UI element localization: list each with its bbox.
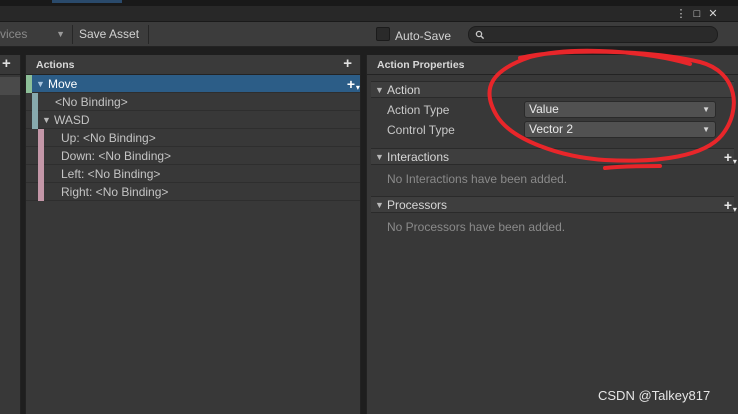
action-type-value: Value xyxy=(529,102,559,116)
composite-label: WASD xyxy=(54,113,90,127)
part-label: Up: <No Binding> xyxy=(61,131,156,145)
control-type-dropdown[interactable]: Vector 2 ▼ xyxy=(524,121,716,138)
actions-title: Actions xyxy=(36,59,75,71)
action-properties-pane: Action Properties ▼ Action Action Type V… xyxy=(366,55,738,414)
interactions-section-header[interactable]: ▼ Interactions + ▾ xyxy=(371,148,737,166)
control-type-value: Vector 2 xyxy=(529,122,574,136)
action-section-header[interactable]: ▼ Action xyxy=(371,81,734,98)
interactions-empty-text: No Interactions have been added. xyxy=(387,172,568,186)
composite-item-wasd[interactable]: ▼ WASD xyxy=(26,111,360,129)
processors-empty-text: No Processors have been added. xyxy=(387,220,566,234)
interactions-body: No Interactions have been added. xyxy=(367,165,738,196)
auto-save-label: Auto-Save xyxy=(395,29,452,43)
add-action-map-icon[interactable]: + xyxy=(2,55,11,73)
csdn-watermark: CSDN @Talkey817 xyxy=(598,388,711,403)
toolbar-divider xyxy=(148,25,149,44)
action-label: Move xyxy=(48,77,78,91)
binding-label: <No Binding> xyxy=(55,95,128,109)
triangle-down-icon[interactable]: ▼ xyxy=(42,111,51,129)
triangle-down-icon[interactable]: ▼ xyxy=(375,197,384,214)
triangle-down-icon[interactable]: ▼ xyxy=(375,149,384,166)
add-interaction-icon[interactable]: + ▾ xyxy=(724,149,737,166)
add-binding-icon[interactable]: + ▾ xyxy=(347,75,360,93)
action-type-label: Action Type xyxy=(387,103,450,117)
part-color-bar xyxy=(38,147,44,165)
actions-pane: Actions + ▼ Move + ▾ <No Binding> ▼ WASD … xyxy=(25,55,361,414)
part-label: Left: <No Binding> xyxy=(61,167,161,181)
close-icon[interactable]: ✕ xyxy=(706,6,720,22)
composite-part-item[interactable]: Up: <No Binding> xyxy=(26,129,360,147)
toolbar-divider xyxy=(72,25,73,44)
action-maps-header: + xyxy=(0,55,20,75)
action-type-dropdown[interactable]: Value ▼ xyxy=(524,101,716,118)
composite-part-item[interactable]: Down: <No Binding> xyxy=(26,147,360,165)
maximize-icon[interactable]: □ xyxy=(690,6,704,22)
part-label: Down: <No Binding> xyxy=(61,149,172,163)
search-input[interactable] xyxy=(468,26,718,43)
action-map-item[interactable] xyxy=(0,77,20,95)
add-action-icon[interactable]: + xyxy=(343,55,352,73)
devices-dropdown[interactable]: vices ▼ xyxy=(0,25,70,44)
editor-toolbar: vices ▼ Save Asset Auto-Save xyxy=(0,22,738,47)
window-titlebar: ⋮ □ ✕ xyxy=(0,6,738,22)
processors-body: No Processors have been added. xyxy=(367,213,738,244)
processors-section-label: Processors xyxy=(387,198,448,212)
part-color-bar xyxy=(38,129,44,147)
interactions-section-label: Interactions xyxy=(387,150,450,164)
action-item-move[interactable]: ▼ Move + ▾ xyxy=(26,75,360,93)
window-menu-icon[interactable]: ⋮ xyxy=(674,6,688,22)
part-color-bar xyxy=(38,165,44,183)
chevron-down-icon: ▼ xyxy=(56,29,65,39)
control-type-label: Control Type xyxy=(387,123,455,137)
triangle-down-icon[interactable]: ▼ xyxy=(36,75,45,93)
composite-part-item[interactable]: Left: <No Binding> xyxy=(26,165,360,183)
save-asset-button[interactable]: Save Asset xyxy=(74,24,145,45)
composite-color-bar xyxy=(32,111,38,129)
processors-section-header[interactable]: ▼ Processors + ▾ xyxy=(371,196,737,214)
search-icon xyxy=(475,30,485,40)
action-color-bar xyxy=(26,75,32,93)
devices-label: vices xyxy=(0,27,28,41)
action-type-row: Action Type Value ▼ xyxy=(367,100,738,120)
action-section-label: Action xyxy=(387,83,421,97)
add-processor-icon[interactable]: + ▾ xyxy=(724,197,737,214)
properties-header: Action Properties xyxy=(367,55,738,75)
binding-item[interactable]: <No Binding> xyxy=(26,93,360,111)
binding-color-bar xyxy=(32,93,38,111)
auto-save-checkbox[interactable] xyxy=(376,27,390,41)
triangle-down-icon[interactable]: ▼ xyxy=(375,82,384,99)
chevron-down-icon: ▼ xyxy=(702,125,710,134)
action-maps-pane: + xyxy=(0,55,21,414)
active-tab-indicator xyxy=(52,0,122,3)
part-color-bar xyxy=(38,183,44,201)
composite-part-item[interactable]: Right: <No Binding> xyxy=(26,183,360,201)
chevron-down-icon: ▼ xyxy=(702,105,710,114)
properties-title: Action Properties xyxy=(377,59,465,71)
actions-header: Actions + xyxy=(26,55,360,75)
control-type-row: Control Type Vector 2 ▼ xyxy=(367,120,738,140)
part-label: Right: <No Binding> xyxy=(61,185,169,199)
